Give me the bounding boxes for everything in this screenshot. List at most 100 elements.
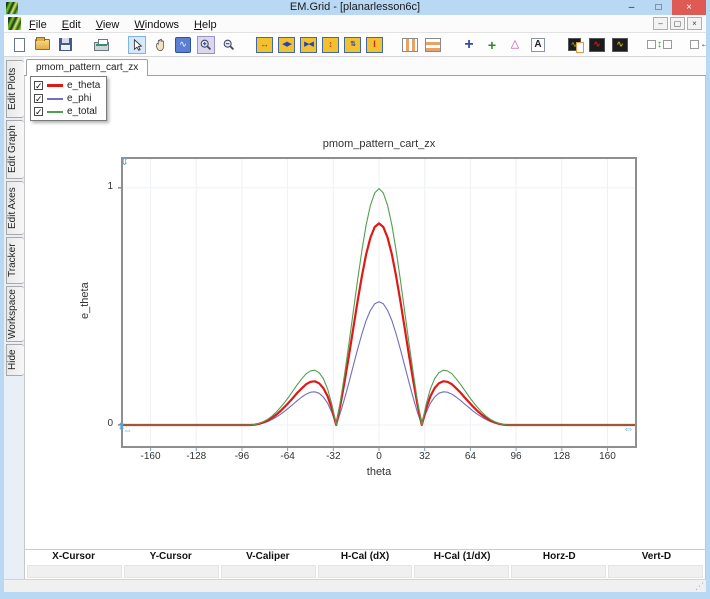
plot-area[interactable] (117, 153, 641, 452)
graph-style-red-button[interactable]: ∿ (588, 36, 606, 54)
tab-pmom-pattern-cart-zx[interactable]: pmom_pattern_cart_zx (26, 59, 148, 76)
graph-panel: ✓e_theta✓e_phi✓e_total pmom_pattern_cart… (24, 76, 706, 579)
pan-hand-button[interactable] (151, 36, 169, 54)
split-vertical-button[interactable] (401, 36, 419, 54)
axes-tracker-button[interactable]: + (483, 36, 501, 54)
pointer-icon (130, 38, 144, 52)
expand-y-button[interactable]: ↕ (322, 37, 339, 53)
new-graph-window-button[interactable]: ∿ (565, 36, 583, 54)
title-bar[interactable]: EM.Grid - [planarlesson6c] – □ × (4, 0, 706, 15)
scale-y-in-button[interactable]: I (366, 37, 383, 53)
pan-view-button[interactable]: ∿ (174, 36, 192, 54)
sidebar-tab-edit-graph[interactable]: Edit Graph (6, 120, 24, 179)
sidebar-tab-workspace[interactable]: Workspace (6, 286, 24, 342)
vertical-spacing-icon: ↕ (657, 40, 662, 50)
minimize-button[interactable]: – (618, 0, 645, 15)
sidebar-tab-edit-plots[interactable]: Edit Plots (6, 60, 24, 118)
resize-grip-icon[interactable]: ⋰ (695, 581, 704, 592)
text-icon: A (531, 38, 545, 52)
app-logo-icon (6, 2, 18, 14)
x-tick-label: -32 (313, 451, 353, 462)
box-icon (663, 40, 672, 49)
menu-edit[interactable]: Edit (62, 19, 81, 31)
plot-canvas[interactable]: ✓e_theta✓e_phi✓e_total pmom_pattern_cart… (25, 76, 705, 549)
save-icon (59, 38, 72, 51)
legend-item-e_total[interactable]: ✓ e_total (34, 105, 100, 118)
select-pointer-button[interactable] (128, 36, 146, 54)
legend-line-sample (47, 98, 63, 100)
corner-drag-handle-vertical-icon[interactable]: ⇕ (120, 157, 129, 168)
legend-checkbox-e_phi[interactable]: ✓ (34, 94, 43, 103)
save-button[interactable] (56, 36, 74, 54)
zoom-in-button[interactable] (197, 36, 215, 54)
maximize-button[interactable]: □ (645, 0, 672, 15)
mdi-close-button[interactable]: × (687, 17, 702, 30)
horizontal-panes-icon (425, 38, 441, 52)
x-tick-label: -64 (268, 451, 308, 462)
triangle-icon: △ (511, 39, 519, 50)
print-button[interactable] (92, 36, 110, 54)
legend-checkbox-e_total[interactable]: ✓ (34, 107, 43, 116)
red-curve-icon: ∿ (589, 38, 605, 52)
open-file-button[interactable] (33, 36, 51, 54)
vertical-spacing-button[interactable]: ↕ (647, 36, 672, 54)
scale-x-in-icon: ▶◀ (304, 41, 313, 48)
pan-view-icon: ∿ (175, 37, 191, 53)
new-file-button[interactable] (10, 36, 28, 54)
zoom-in-icon (199, 38, 213, 52)
x-axis-label: theta (122, 466, 636, 478)
y-axis-label: e_theta (79, 226, 95, 376)
add-cursor-button[interactable]: + (460, 36, 478, 54)
scale-y-out-icon: ⇅ (350, 41, 355, 48)
document-logo-icon (8, 17, 21, 30)
sidebar: Edit Plots Edit Graph Edit Axes Tracker Work… (4, 57, 24, 579)
x-tick-label: -160 (131, 451, 171, 462)
sidebar-tab-hide[interactable]: Hide (6, 344, 24, 376)
horizontal-spacing-button[interactable]: ↔ (690, 36, 710, 54)
legend-box[interactable]: ✓e_theta✓e_phi✓e_total (30, 76, 107, 121)
legend-checkbox-e_theta[interactable]: ✓ (34, 81, 43, 90)
readout-cell (608, 565, 703, 578)
split-horizontal-button[interactable] (424, 36, 442, 54)
crosshair-plus-icon: + (464, 37, 473, 53)
x-tick-label: 128 (542, 451, 582, 462)
sidebar-tab-edit-axes[interactable]: Edit Axes (6, 181, 24, 235)
chart-title: pmom_pattern_cart_zx (122, 138, 636, 150)
scale-x-in-button[interactable]: ▶◀ (300, 37, 317, 53)
legend-label: e_theta (67, 80, 100, 91)
menu-file[interactable]: File (29, 19, 47, 31)
axes-icon: + (488, 38, 496, 52)
polygon-annotation-button[interactable]: △ (506, 36, 524, 54)
corner-drag-handle-right-icon[interactable]: ⇔ (623, 424, 634, 435)
zoom-out-button[interactable] (220, 36, 238, 54)
menu-bar: File Edit View Windows Help – ▢ × (4, 15, 706, 33)
sidebar-tab-tracker[interactable]: Tracker (6, 237, 24, 284)
expand-x-button[interactable]: ↔ (256, 37, 273, 53)
box-icon (647, 40, 656, 49)
text-annotation-button[interactable]: A (529, 36, 547, 54)
scale-y-out-button[interactable]: ⇅ (344, 37, 361, 53)
graph-style-multi-button[interactable]: ∿ (611, 36, 629, 54)
readout-label-horz-d: Horz-D (511, 550, 608, 564)
mdi-minimize-button[interactable]: – (653, 17, 668, 30)
expand-y-icon: ↕ (328, 40, 333, 49)
legend-item-e_theta[interactable]: ✓ e_theta (34, 79, 100, 92)
menu-help[interactable]: Help (194, 19, 217, 31)
scale-x-out-button[interactable]: ◀▶ (278, 37, 295, 53)
x-tick-label: 96 (496, 451, 536, 462)
mdi-restore-button[interactable]: ▢ (670, 17, 685, 30)
legend-item-e_phi[interactable]: ✓e_phi (34, 92, 100, 105)
status-bar: ⋰ (4, 579, 706, 592)
legend-label: e_total (67, 106, 97, 117)
close-button[interactable]: × (672, 0, 706, 15)
menu-windows[interactable]: Windows (134, 19, 179, 31)
app-window: EM.Grid - [planarlesson6c] – □ × File Edi… (0, 0, 710, 599)
print-icon (94, 42, 109, 51)
zoom-out-icon (222, 38, 236, 52)
y-tick-label: 1 (89, 181, 113, 192)
menu-view[interactable]: View (96, 19, 120, 31)
legend-line-sample (47, 111, 63, 113)
corner-drag-handle-horizontal-icon[interactable]: ⇔ (123, 426, 132, 435)
readout-label-vert-d: Vert-D (608, 550, 705, 564)
toolbar: ∿ ↔ ◀▶ ▶◀ ↕ ⇅ I + + △ A ∿ ∿ ∿ ↕ (4, 33, 706, 57)
